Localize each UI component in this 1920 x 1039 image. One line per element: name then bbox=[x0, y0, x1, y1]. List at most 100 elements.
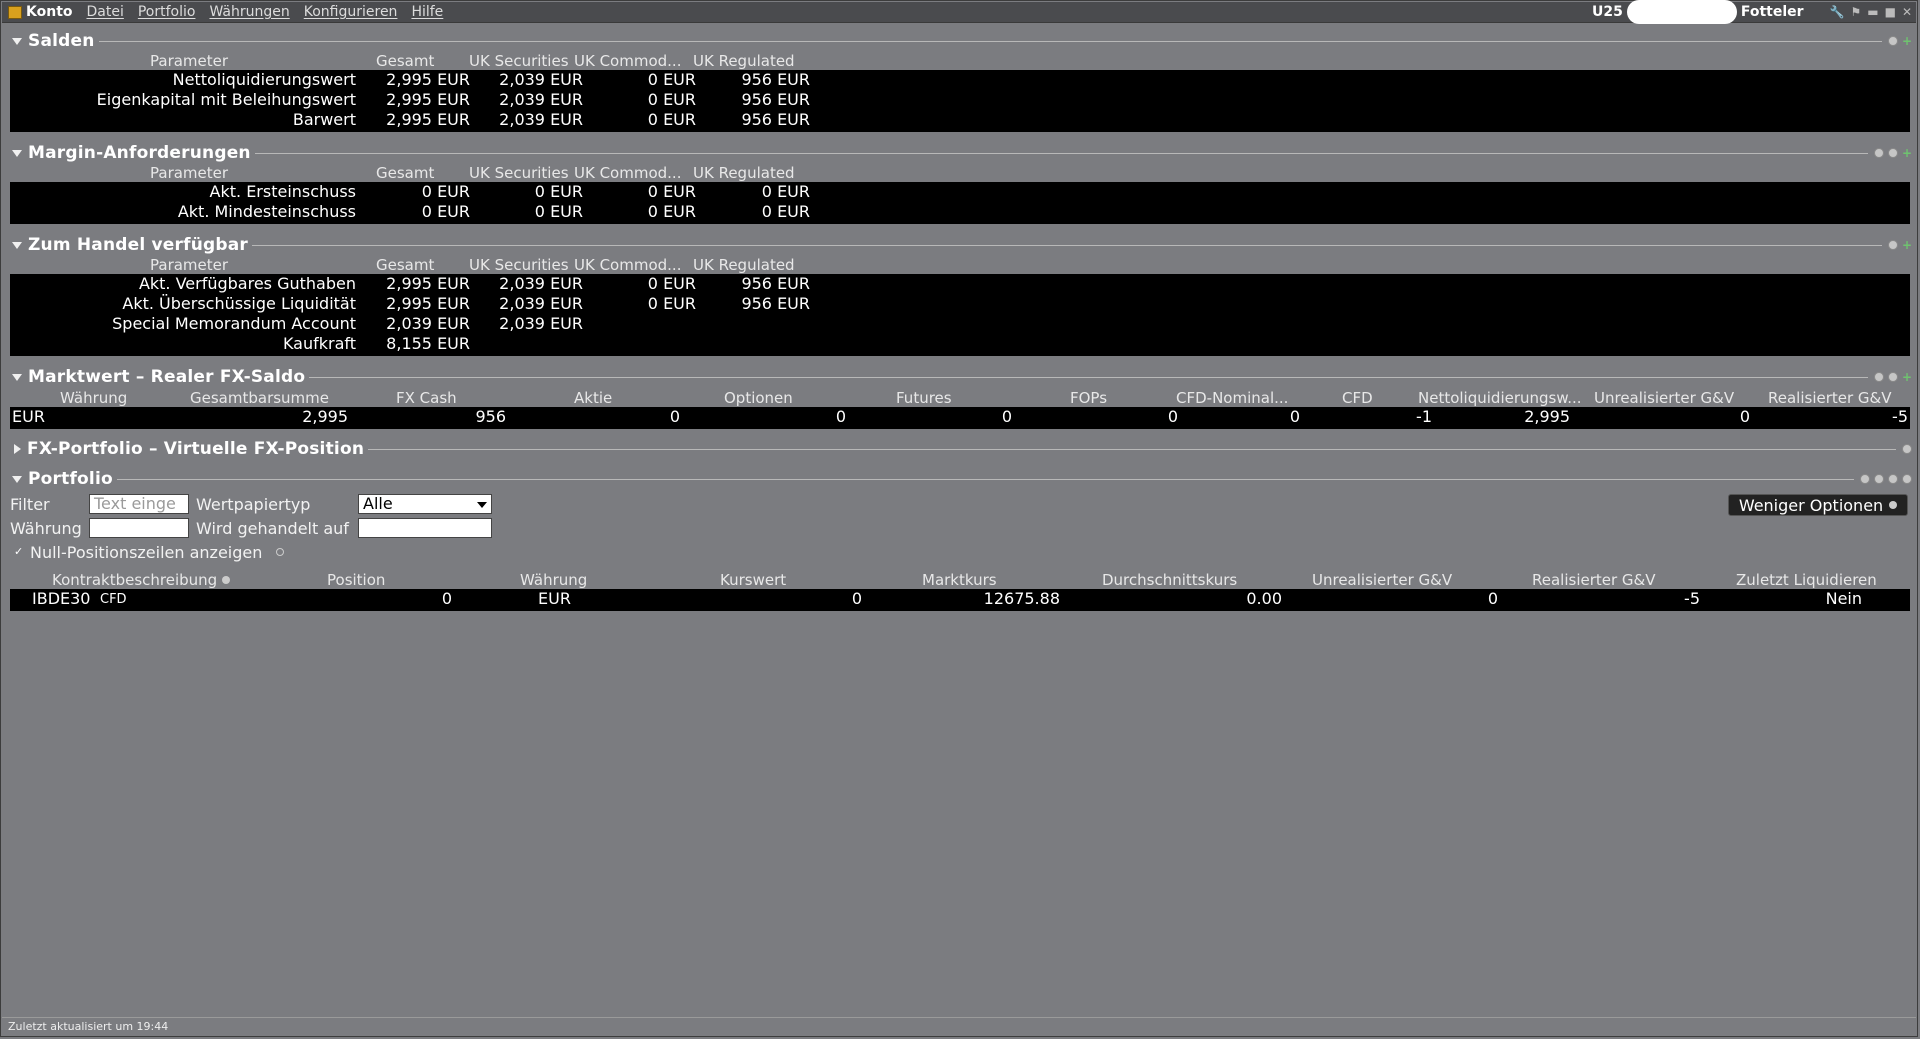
col-header: Parameter bbox=[150, 52, 229, 70]
redacted-area bbox=[1626, 0, 1737, 24]
options-icon bbox=[1889, 501, 1898, 509]
null-rows-label: Null-Positionszeilen anzeigen bbox=[30, 543, 263, 562]
expand-triangle-icon[interactable] bbox=[14, 444, 21, 454]
type-label: Wertpapiertyp bbox=[196, 495, 311, 514]
menu-portfolio[interactable]: Portfolio bbox=[138, 4, 196, 20]
menu-waehrungen[interactable]: Währungen bbox=[209, 4, 289, 20]
markt-table: EUR 2,995 956 0 0 0 0 0 -1 2,995 0 -5 bbox=[10, 407, 1910, 429]
col-header: UK Commod... bbox=[574, 52, 682, 70]
less-options-button[interactable]: Weniger Optionen bbox=[1728, 494, 1908, 516]
symbol: IBDE30 bbox=[32, 589, 91, 608]
refresh-icon[interactable] bbox=[1860, 474, 1870, 484]
table-row: Akt. Ersteinschuss 0 EUR 0 EUR 0 EUR 0 E… bbox=[209, 182, 810, 201]
menu-hilfe[interactable]: Hilfe bbox=[411, 4, 443, 20]
calendar-icon[interactable] bbox=[1874, 474, 1884, 484]
table-row: Akt. Mindesteinschuss 0 EUR 0 EUR 0 EUR … bbox=[177, 202, 810, 221]
section-title-salden: Salden bbox=[28, 31, 95, 51]
account-name: Fotteler bbox=[1740, 4, 1804, 20]
plus-icon[interactable]: + bbox=[1902, 371, 1912, 383]
traded-on-label: Wird gehandelt auf bbox=[196, 519, 349, 538]
chevron-down-icon bbox=[477, 502, 487, 508]
col-header: Gesamt bbox=[376, 52, 435, 70]
menu-datei[interactable]: Datei bbox=[87, 4, 124, 20]
currency-input[interactable] bbox=[89, 518, 189, 538]
account-id: U25 bbox=[1592, 4, 1623, 20]
calendar-icon[interactable] bbox=[1873, 148, 1884, 158]
menu-bar: Konto Datei Portfolio Währungen Konfigur… bbox=[2, 0, 1916, 24]
col-header: UK Securities bbox=[469, 52, 569, 70]
filter-label: Filter bbox=[10, 495, 50, 514]
margin-header-row: Parameter Gesamt UK Securities UK Commod… bbox=[150, 164, 795, 182]
status-bar: Zuletzt aktualisiert um 19:44 bbox=[2, 1017, 1916, 1035]
divider bbox=[98, 40, 1882, 42]
table-row: Eigenkapital mit Beleihungswert 2,995 EU… bbox=[96, 90, 810, 109]
flag-icon[interactable]: ⚑ bbox=[1850, 5, 1861, 19]
settings-icon[interactable] bbox=[1887, 148, 1898, 158]
maximize-icon[interactable]: ■ bbox=[1885, 5, 1896, 19]
section-margin[interactable]: Margin-Anforderungen + bbox=[8, 143, 1912, 163]
table-row: Akt. Verfügbares Guthaben 2,995 EUR 2,03… bbox=[138, 274, 810, 293]
divider bbox=[252, 244, 1882, 246]
handel-header-row: Parameter Gesamt UK Securities UK Commod… bbox=[150, 256, 795, 274]
refresh-icon[interactable] bbox=[1902, 444, 1912, 454]
plus-icon[interactable]: + bbox=[1902, 35, 1912, 47]
section-title-margin: Margin-Anforderungen bbox=[28, 143, 251, 163]
table-row[interactable]: IBDE30 CFD 0 EUR 0 12675.88 0.00 0 -5 Ne… bbox=[10, 589, 1910, 609]
filter-input[interactable]: Text einge bbox=[89, 494, 189, 514]
table-row: Kaufkraft 8,155 EUR bbox=[282, 334, 470, 353]
settings-icon[interactable] bbox=[1887, 36, 1898, 46]
currency-label: Währung bbox=[10, 519, 82, 538]
account-info: U25 Fotteler bbox=[1592, 0, 1804, 24]
salden-header-row: Parameter Gesamt UK Securities UK Commod… bbox=[8, 52, 1908, 70]
salden-table: Nettoliquidierungswert 2,995 EUR 2,039 E… bbox=[10, 70, 1910, 132]
minimize-icon[interactable]: ▬ bbox=[1867, 5, 1878, 19]
wrench-icon[interactable]: 🔧 bbox=[1830, 5, 1845, 19]
collapse-triangle-icon[interactable] bbox=[12, 475, 22, 483]
portfolio-table: IBDE30 CFD 0 EUR 0 12675.88 0.00 0 -5 Ne… bbox=[10, 589, 1910, 611]
settings-icon[interactable] bbox=[1887, 240, 1898, 250]
section-salden[interactable]: Salden + bbox=[8, 31, 1912, 51]
collapse-triangle-icon[interactable] bbox=[12, 37, 22, 45]
margin-table: Akt. Ersteinschuss 0 EUR 0 EUR 0 EUR 0 E… bbox=[10, 182, 1910, 224]
window-icon[interactable] bbox=[1888, 474, 1898, 484]
divider bbox=[309, 376, 1868, 378]
collapse-triangle-icon[interactable] bbox=[12, 149, 22, 157]
portfolio-header-row: Kontraktbeschreibung Position Währung Ku… bbox=[52, 571, 1877, 589]
app-icon bbox=[8, 5, 22, 19]
table-row: Akt. Überschüssige Liquidität 2,995 EUR … bbox=[122, 294, 810, 313]
info-icon[interactable] bbox=[276, 548, 284, 556]
collapse-triangle-icon[interactable] bbox=[12, 241, 22, 249]
null-rows-checkbox[interactable]: ✓ bbox=[14, 546, 24, 557]
settings-icon[interactable] bbox=[1887, 372, 1898, 382]
settings-icon[interactable] bbox=[1902, 474, 1912, 484]
section-title-portfolio: Portfolio bbox=[28, 469, 113, 489]
contract-kind: CFD bbox=[100, 592, 127, 607]
menu-konfigurieren[interactable]: Konfigurieren bbox=[304, 4, 398, 20]
traded-on-input[interactable] bbox=[358, 518, 492, 538]
plus-icon[interactable]: + bbox=[1902, 147, 1912, 159]
section-title-marktwert: Marktwert – Realer FX-Saldo bbox=[28, 367, 306, 387]
divider bbox=[116, 478, 1854, 480]
plus-icon[interactable]: + bbox=[1902, 239, 1912, 251]
section-portfolio[interactable]: Portfolio bbox=[8, 469, 1912, 489]
app-title: Konto bbox=[26, 4, 73, 20]
type-select[interactable]: Alle bbox=[358, 494, 492, 514]
window-controls: 🔧 ⚑ ▬ ■ ✕ bbox=[1830, 2, 1912, 22]
markt-header-row: Währung Gesamtbarsumme FX Cash Aktie Opt… bbox=[60, 389, 1892, 407]
less-options-label: Weniger Optionen bbox=[1738, 495, 1884, 515]
section-title-handel: Zum Handel verfügbar bbox=[28, 235, 248, 255]
close-icon[interactable]: ✕ bbox=[1902, 5, 1912, 19]
type-select-value: Alle bbox=[363, 494, 393, 513]
table-row: Nettoliquidierungswert 2,995 EUR 2,039 E… bbox=[172, 70, 810, 89]
section-title-fx: FX-Portfolio – Virtuelle FX-Position bbox=[27, 439, 365, 459]
section-handel[interactable]: Zum Handel verfügbar + bbox=[8, 235, 1912, 255]
col-header: UK Regulated bbox=[693, 52, 795, 70]
divider bbox=[254, 152, 1868, 154]
collapse-triangle-icon[interactable] bbox=[12, 373, 22, 381]
section-marktwert[interactable]: Marktwert – Realer FX-Saldo + bbox=[8, 367, 1912, 387]
refresh-icon[interactable] bbox=[1873, 372, 1884, 382]
section-fx-portfolio[interactable]: FX-Portfolio – Virtuelle FX-Position bbox=[8, 439, 1912, 459]
sort-icon[interactable] bbox=[222, 576, 230, 584]
col-header-kontrakt[interactable]: Kontraktbeschreibung bbox=[52, 571, 217, 589]
handel-table: Akt. Verfügbares Guthaben 2,995 EUR 2,03… bbox=[10, 274, 1910, 356]
